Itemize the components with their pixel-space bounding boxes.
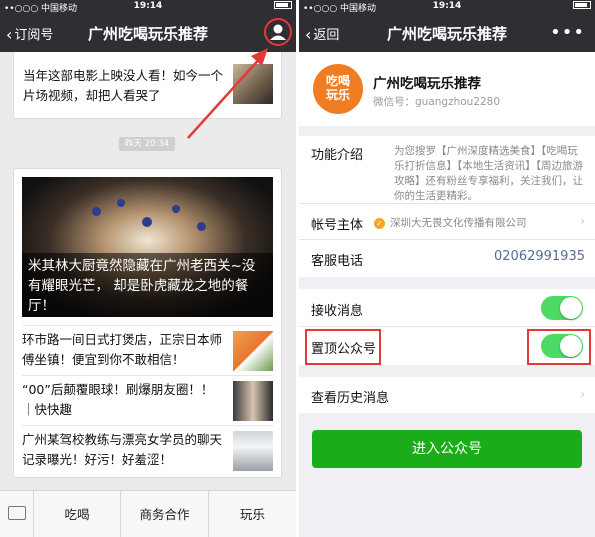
list-item-thumbnail [233,431,273,471]
intro-text: 为您搜罗【广州深度精选美食】【吃喝玩乐打折信息】【本地生活资讯】【周边旅游攻略】… [394,145,583,202]
chevron-right-icon: › [580,214,585,228]
clock: 19:14 [133,1,163,11]
menu-tab-business[interactable]: 商务合作 [121,491,209,537]
list-item-thumbnail [233,331,273,371]
account-owner-label: 帐号主体 [311,218,364,233]
menu-tab-eat[interactable]: 吃喝 [34,491,121,537]
keyboard-toggle[interactable] [0,491,34,537]
nav-bar: ‹ 订阅号 广州吃喝玩乐推荐 [0,14,296,52]
status-bar: ••○○○ 中国移动 19:14 [299,0,595,14]
status-bar: ••○○○ 中国移动 19:14 [0,0,296,14]
service-phone-number[interactable]: 02062991935 [494,249,585,264]
battery-icon [573,1,591,11]
receive-messages-toggle[interactable] [541,296,583,320]
date-divider: 昨天 20:34 [119,137,175,151]
view-history-row[interactable]: 查看历史消息 › [299,377,595,413]
history-section: 查看历史消息 › [299,377,595,413]
list-item-title: “00”后颠覆眼球！刷爆朋友圈！！ ｜快快趣 [22,382,214,417]
service-phone-row[interactable]: 客服电话 02062991935 [299,240,595,277]
list-item[interactable]: 环市路一间日式打煲店，正宗日本师傅坐镇！便宜到你不敢相信！ [22,325,273,374]
receive-messages-label: 接收消息 [311,304,364,319]
receive-messages-row: 接收消息 [299,289,595,327]
subscription-feed-screen: ••○○○ 中国移动 19:14 ‹ 订阅号 广州吃喝玩乐推荐 当年这部电影上映没… [0,0,296,537]
account-detail-screen: ••○○○ 中国移动 19:14 ‹ 返回 广州吃喝玩乐推荐 ••• 吃喝 玩乐 广… [299,0,595,537]
enter-account-button[interactable]: 进入公众号 [312,430,582,468]
more-icon[interactable]: ••• [550,22,585,43]
list-item-title: 广州某驾校教练与漂亮女学员的聊天记录曝光！好污！好羞涩！ [22,432,223,467]
account-owner-value: 深圳大无畏文化传播有限公司 [390,217,527,229]
hero-article-title[interactable]: 米其林大厨竟然隐藏在广州老西关~没有耀眼光芒， 却是卧虎藏龙之地的餐厅！ [22,253,273,317]
info-section: 功能介绍 为您搜罗【广州深度精选美食】【吃喝玩乐打折信息】【本地生活资讯】【周边… [299,136,595,277]
account-logo: 吃喝 玩乐 [313,64,363,114]
nav-bar: ‹ 返回 广州吃喝玩乐推荐 ••• [299,14,595,52]
battery-icon [274,1,292,11]
profile-header: 吃喝 玩乐 广州吃喝玩乐推荐 微信号：guangzhou2280 [299,52,595,126]
view-history-label: 查看历史消息 [311,391,390,406]
list-item-thumbnail [233,381,273,421]
article-thumbnail [233,64,273,104]
intro-row: 功能介绍 为您搜罗【广州深度精选美食】【吃喝玩乐打折信息】【本地生活资讯】【周边… [299,136,595,204]
list-item-title: 环市路一间日式打煲店，正宗日本师傅坐镇！便宜到你不敢相信！ [22,332,223,367]
wechat-id: 微信号：guangzhou2280 [373,96,501,108]
list-item[interactable]: 广州某驾校教练与漂亮女学员的聊天记录曝光！好污！好羞涩！ [22,425,273,474]
profile-icon[interactable] [264,18,292,46]
menu-tab-play[interactable]: 玩乐 [209,491,296,537]
account-name: 广州吃喝玩乐推荐 [373,76,481,92]
bottom-menu-bar: 吃喝 商务合作 玩乐 [0,490,296,537]
intro-label: 功能介绍 [311,148,364,163]
article-title: 当年这部电影上映没人看！如今一个片场视频，却把人看哭了 [23,68,224,103]
highlight-box-pin-toggle [527,329,591,365]
article-card[interactable]: 当年这部电影上映没人看！如今一个片场视频，却把人看哭了 [13,52,282,119]
service-phone-label: 客服电话 [311,254,364,269]
page-title: 广州吃喝玩乐推荐 [87,25,208,43]
account-owner-row[interactable]: 帐号主体 ✓ 深圳大无畏文化传播有限公司 › [299,204,595,240]
article-group-card: 米其林大厨竟然隐藏在广州老西关~没有耀眼光芒， 却是卧虎藏龙之地的餐厅！ 环市路… [13,168,282,478]
keyboard-icon [8,506,26,520]
highlight-box-pin-label [305,329,381,365]
clock: 19:14 [432,1,462,11]
verified-icon: ✓ [374,218,385,229]
list-item[interactable]: “00”后颠覆眼球！刷爆朋友圈！！ ｜快快趣 [22,375,273,424]
chevron-right-icon: › [580,387,585,401]
